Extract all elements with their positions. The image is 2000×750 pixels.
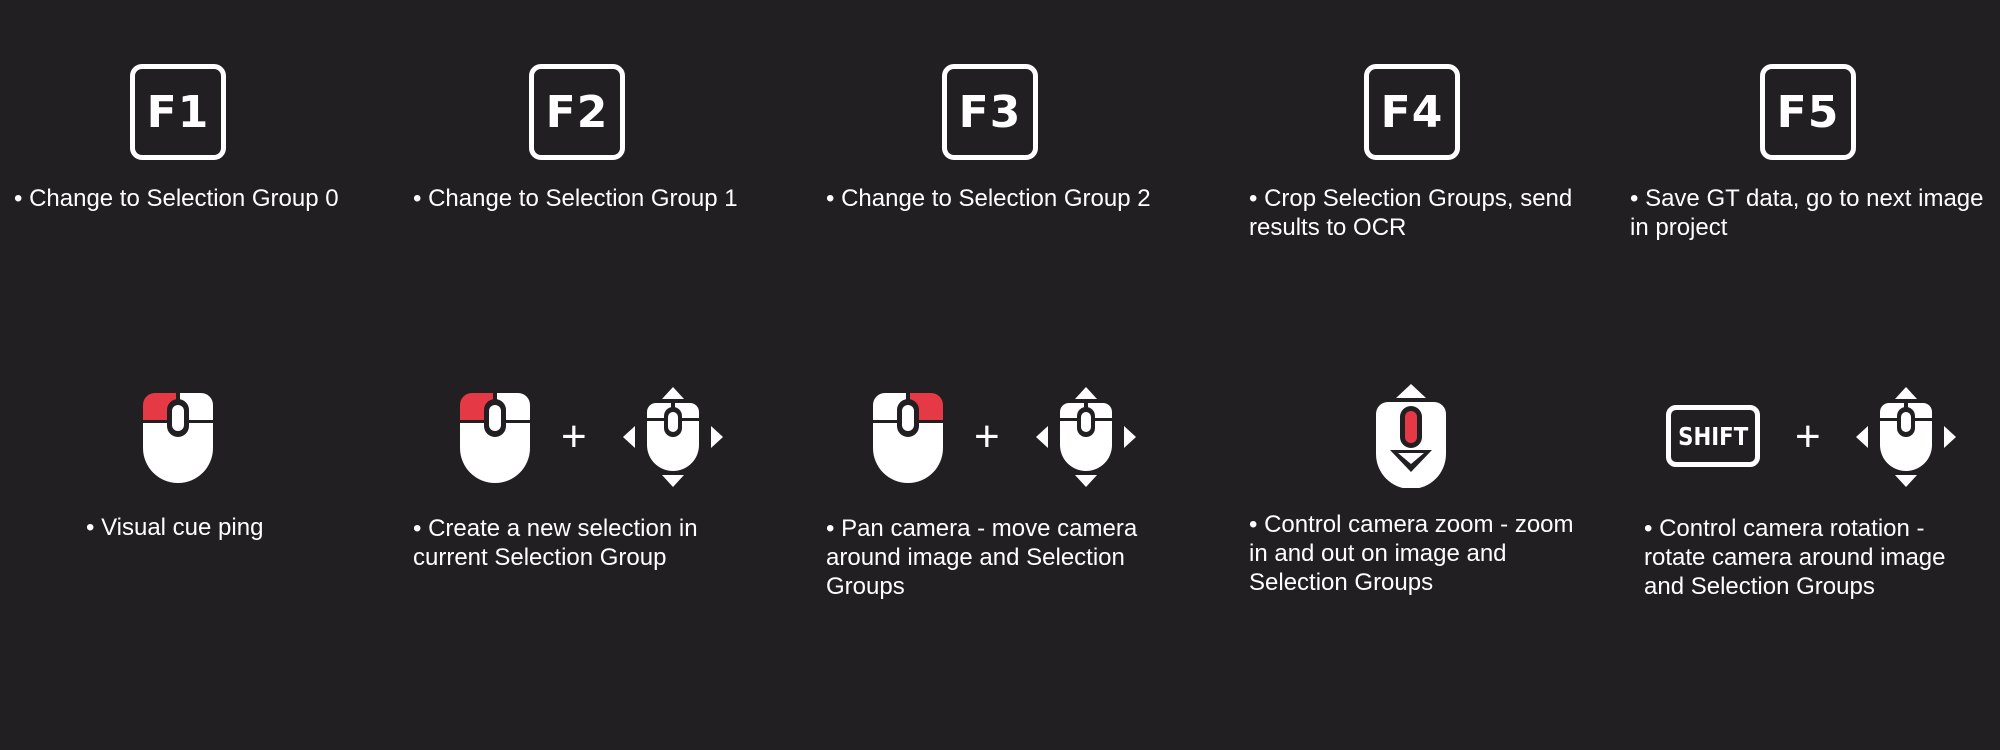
plus-sign: + [1795, 412, 1821, 461]
mouse-move-icon [1036, 384, 1136, 490]
f2-description: • Change to Selection Group 1 [413, 185, 738, 212]
rotate-description: • Control camera rotation - rotate camer… [1644, 515, 1946, 600]
f5-key-label: F5 [1776, 86, 1840, 138]
f3-key-icon: F3 [942, 64, 1038, 160]
f3-description: • Change to Selection Group 2 [826, 185, 1151, 212]
plus-sign: + [974, 412, 1000, 461]
mouse-move-icon [623, 384, 723, 490]
pan-description: • Pan camera - move camera around image … [826, 515, 1138, 600]
f4-description: • Crop Selection Groups, send results to… [1249, 185, 1573, 241]
plus-sign: + [561, 412, 587, 461]
mouse-move-icon [1856, 384, 1956, 490]
select-description: • Create a new selection in current Sele… [413, 515, 698, 571]
f4-key-label: F4 [1380, 86, 1444, 138]
shift-key-icon: SHIFT [1666, 405, 1760, 467]
ping-description: • Visual cue ping [86, 514, 264, 541]
zoom-description: • Control camera zoom - zoom in and out … [1249, 511, 1574, 596]
f2-key-label: F2 [545, 86, 609, 138]
f5-key-icon: F5 [1760, 64, 1856, 160]
f1-description: • Change to Selection Group 0 [14, 185, 339, 212]
mouse-left-click-icon [460, 393, 530, 483]
f1-key-icon: F1 [130, 64, 226, 160]
mouse-right-click-icon [873, 393, 943, 483]
f5-description: • Save GT data, go to next image in proj… [1630, 185, 1984, 241]
mouse-scroll-icon [1376, 384, 1446, 488]
f2-key-icon: F2 [529, 64, 625, 160]
f4-key-icon: F4 [1364, 64, 1460, 160]
shift-key-label: SHIFT [1677, 421, 1749, 451]
f3-key-label: F3 [958, 86, 1022, 138]
f1-key-label: F1 [146, 86, 210, 138]
mouse-left-click-icon [143, 393, 213, 483]
